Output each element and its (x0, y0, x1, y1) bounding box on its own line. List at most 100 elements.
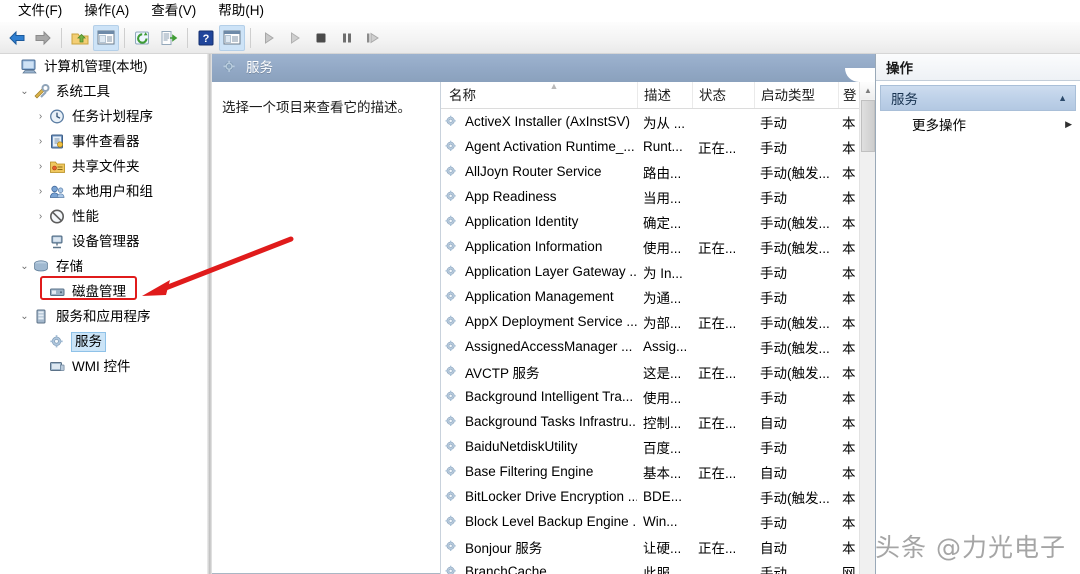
export-list-icon[interactable] (156, 25, 182, 51)
action-item-label: 更多操作 (912, 118, 966, 133)
tree-item-services-and-applications[interactable]: ⌄ 服务和应用程序 (0, 304, 206, 329)
services-list[interactable]: 名称 ▲ 描述 状态 启动类型 登 ActiveX Installer (AxI… (440, 82, 875, 574)
table-row[interactable]: Background Intelligent Tra... 使用... 手动 本 (441, 384, 875, 409)
tree-item-device-manager[interactable]: › 设备管理器 (0, 229, 206, 254)
service-gear-icon (444, 139, 459, 154)
service-gear-icon (444, 264, 459, 279)
table-row[interactable]: Application Information 使用... 正在... 手动(触发..… (441, 234, 875, 259)
column-header-description[interactable]: 描述 (637, 82, 692, 108)
tree-item-system-tools[interactable]: ⌄ 系统工具 (0, 79, 206, 104)
chevron-down-icon[interactable]: ⌄ (18, 260, 31, 273)
table-row[interactable]: BitLocker Drive Encryption ... BDE... 手动(触… (441, 484, 875, 509)
service-name-label: BaiduNetdiskUtility (465, 439, 578, 454)
column-header-logon-as[interactable]: 登 (838, 82, 860, 108)
tree-item-disk-management[interactable]: › 磁盘管理 (0, 279, 206, 304)
cell-startup-type: 自动 (760, 465, 787, 481)
scrollbar-thumb[interactable] (861, 100, 875, 152)
service-gear-icon (444, 214, 459, 229)
tree-item-local-users-groups[interactable]: › 本地用户和组 (0, 179, 206, 204)
cell-service-name: Application Management (441, 289, 637, 304)
action-item-more-actions[interactable]: 更多操作 ▶ (876, 111, 1080, 137)
service-name-label: Agent Activation Runtime_... (465, 139, 635, 154)
table-row[interactable]: Block Level Backup Engine ... Win... 手动 本 (441, 509, 875, 534)
tree-item-wmi-control[interactable]: › WMI 控件 (0, 354, 206, 379)
table-row[interactable]: AssignedAccessManager ... Assig... 手动(触发..… (441, 334, 875, 359)
cell-startup-type: 手动 (760, 115, 787, 131)
tree-item-services[interactable]: › 服务 (0, 329, 206, 354)
actions-group-services[interactable]: 服务 ▲ (880, 85, 1076, 111)
table-row[interactable]: Bonjour 服务 让硬... 正在... 自动 本 (441, 534, 875, 559)
service-gear-icon (444, 539, 459, 554)
tree-item-shared-folders[interactable]: › 共享文件夹 (0, 154, 206, 179)
table-row[interactable]: BaiduNetdiskUtility 百度... 手动 本 (441, 434, 875, 459)
list-vertical-scrollbar[interactable]: ▲ (859, 82, 875, 574)
column-header-name[interactable]: 名称 ▲ (441, 82, 637, 108)
chevron-right-icon[interactable]: › (34, 110, 47, 123)
table-row[interactable]: BranchCache 此服... 手动 网 (441, 559, 875, 574)
main-body: › 计算机管理(本地) ⌄ (0, 54, 1080, 574)
collapse-caret-icon[interactable]: ▲ (1058, 93, 1067, 103)
cell-status: 正在... (698, 540, 737, 556)
table-row[interactable]: App Readiness 当用... 手动 本 (441, 184, 875, 209)
tree-item-computer-management[interactable]: › 计算机管理(本地) (0, 54, 206, 79)
table-row[interactable]: Background Tasks Infrastru... 控制... 正在... 自… (441, 409, 875, 434)
service-name-label: Base Filtering Engine (465, 464, 594, 479)
chevron-down-icon[interactable]: ⌄ (18, 85, 31, 98)
cell-service-name: Application Identity (441, 214, 637, 229)
stop-icon[interactable] (308, 25, 334, 51)
show-tree-icon[interactable] (93, 24, 119, 51)
sort-ascending-icon: ▲ (549, 82, 559, 91)
help-icon[interactable]: ? (193, 25, 219, 51)
chevron-right-icon[interactable]: › (34, 160, 47, 173)
chevron-down-icon[interactable]: ⌄ (18, 310, 31, 323)
table-row[interactable]: Application Management 为通... 手动 本 (441, 284, 875, 309)
table-row[interactable]: Agent Activation Runtime_... Runt... 正在...… (441, 134, 875, 159)
table-row[interactable]: AllJoyn Router Service 路由... 手动(触发... 本 (441, 159, 875, 184)
tree-item-performance[interactable]: › 性能 (0, 204, 206, 229)
console-tree[interactable]: › 计算机管理(本地) ⌄ (0, 54, 207, 574)
service-name-label: Application Layer Gateway ... (465, 264, 637, 279)
cell-description: 基本... (643, 465, 682, 481)
restart-icon[interactable] (360, 25, 386, 51)
chevron-right-icon[interactable]: › (34, 185, 47, 198)
menu-help[interactable]: 帮助(H) (208, 1, 274, 21)
menu-file[interactable]: 文件(F) (8, 1, 72, 21)
tree-item-label: 共享文件夹 (72, 158, 140, 174)
table-row[interactable]: Application Identity 确定... 手动(触发... 本 (441, 209, 875, 234)
table-row[interactable]: Application Layer Gateway ... 为 In... 手动 本 (441, 259, 875, 284)
scroll-up-icon[interactable]: ▲ (860, 82, 875, 99)
table-row[interactable]: AVCTP 服务 这是... 正在... 手动(触发... 本 (441, 359, 875, 384)
cell-description: Assig... (643, 339, 688, 354)
table-row[interactable]: Base Filtering Engine 基本... 正在... 自动 本 (441, 459, 875, 484)
pause-icon[interactable] (334, 25, 360, 51)
column-header-startup-type[interactable]: 启动类型 (754, 82, 838, 108)
cell-service-name: AVCTP 服务 (441, 362, 637, 382)
menu-view[interactable]: 查看(V) (141, 1, 206, 21)
refresh-icon[interactable] (130, 25, 156, 51)
cell-logon-as: 本 (842, 140, 856, 156)
service-name-label: BitLocker Drive Encryption ... (465, 489, 637, 504)
menu-action[interactable]: 操作(A) (74, 1, 139, 21)
service-name-label: ActiveX Installer (AxInstSV) (465, 114, 631, 129)
table-row[interactable]: AppX Deployment Service ... 为部... 正在... 手动(… (441, 309, 875, 334)
table-row[interactable]: ActiveX Installer (AxInstSV) 为从 ... 手动 本 (441, 109, 875, 134)
svg-text:?: ? (203, 33, 210, 45)
cell-status: 正在... (698, 140, 737, 156)
pane-header: 服务 (212, 54, 444, 82)
cell-startup-type: 手动(触发... (760, 315, 830, 331)
properties-window-icon[interactable] (219, 24, 245, 51)
start-icon[interactable] (282, 25, 308, 51)
tree-item-task-scheduler[interactable]: › 任务计划程序 (0, 104, 206, 129)
tree-item-storage[interactable]: ⌄ 存储 (0, 254, 206, 279)
cell-description: Win... (643, 514, 678, 529)
up-folder-icon[interactable] (67, 25, 93, 51)
cell-description: 为 In... (643, 265, 683, 281)
tree-item-event-viewer[interactable]: › 事件查看器 (0, 129, 206, 154)
chevron-right-icon[interactable]: › (34, 210, 47, 223)
back-arrow-icon[interactable] (4, 25, 30, 51)
column-header-status[interactable]: 状态 (692, 82, 754, 108)
forward-arrow-icon[interactable] (30, 25, 56, 51)
play-icon[interactable] (256, 25, 282, 51)
chevron-right-icon[interactable]: › (34, 135, 47, 148)
toolbar-separator (187, 27, 188, 48)
